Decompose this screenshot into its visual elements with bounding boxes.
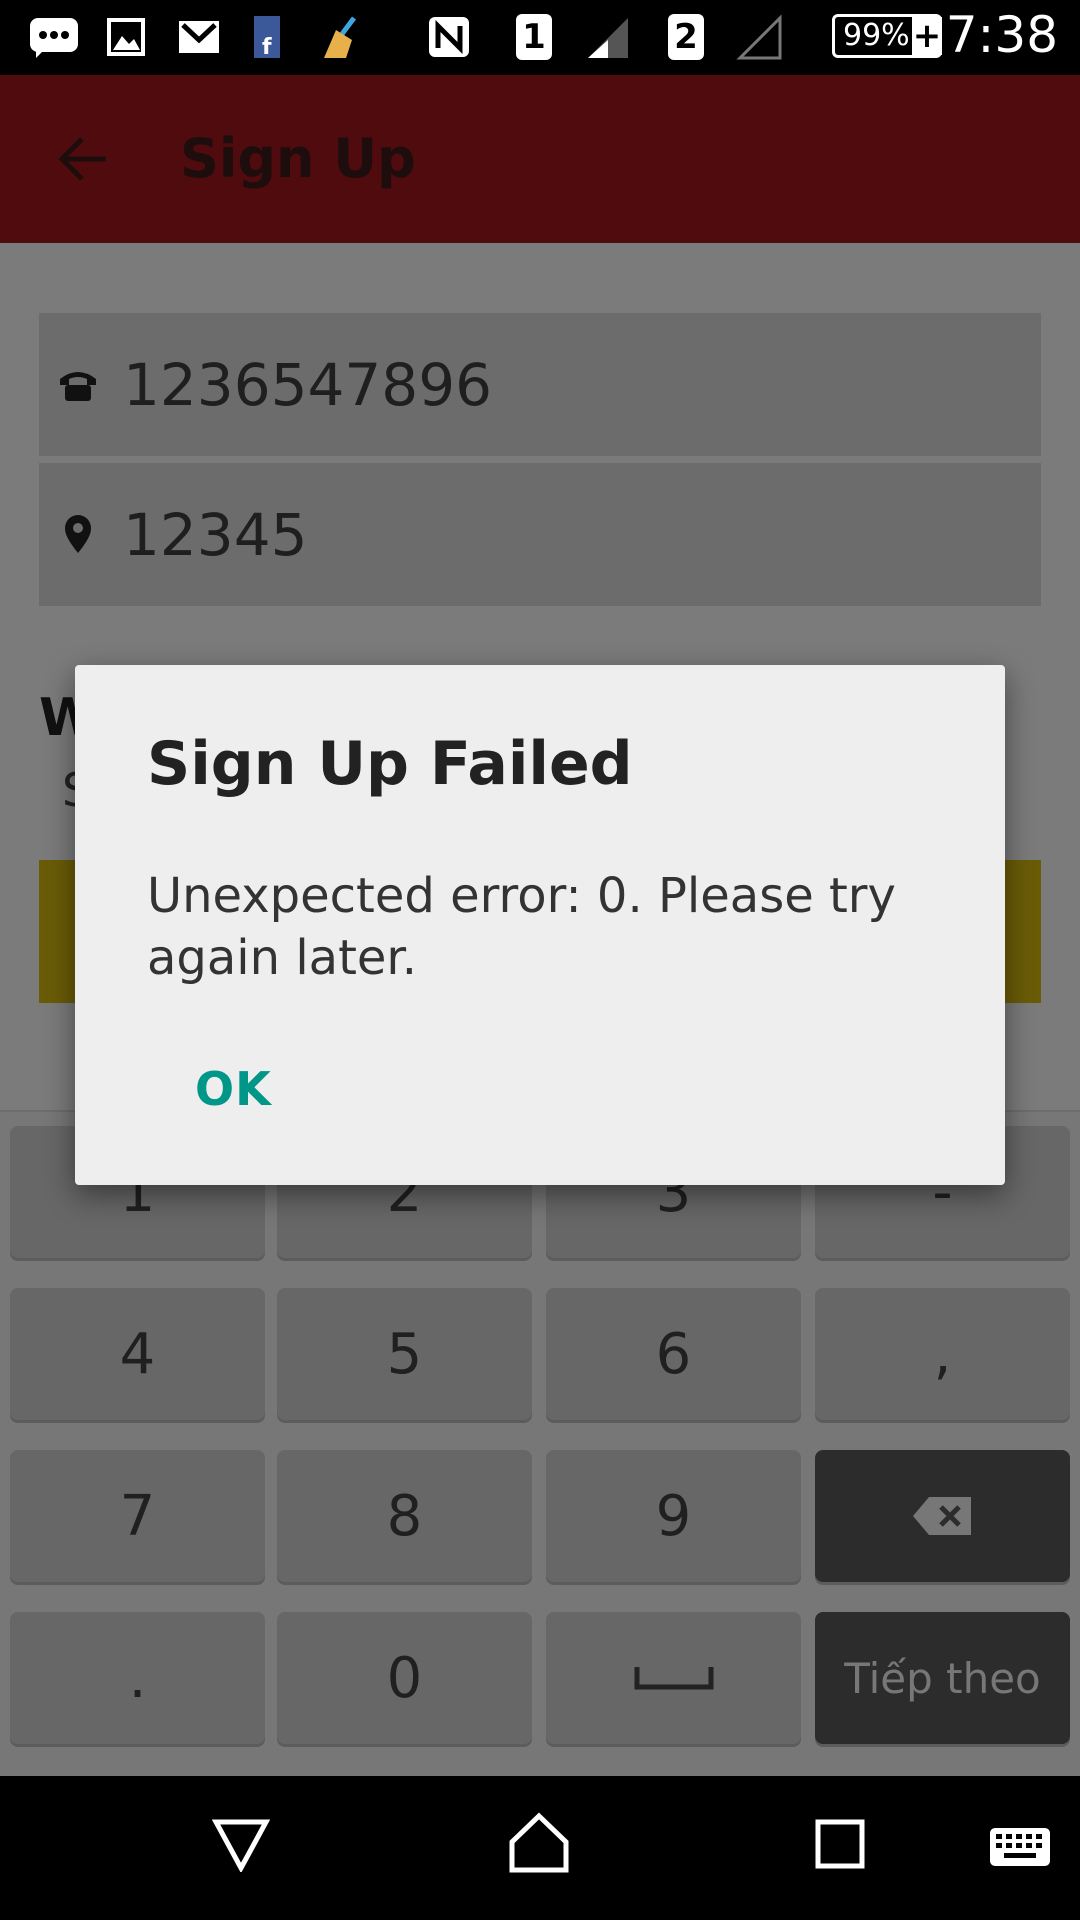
zip-value: 12345 (123, 501, 308, 569)
key-5[interactable]: 5 (277, 1288, 532, 1420)
clock: 7:38 (945, 6, 1058, 64)
signal-icon (588, 18, 628, 58)
key-backspace[interactable] (815, 1450, 1070, 1582)
recents-icon[interactable] (814, 1818, 866, 1870)
key-9[interactable]: 9 (546, 1450, 801, 1582)
zip-field[interactable]: 12345 (39, 463, 1041, 606)
battery-level: 99% (843, 18, 910, 53)
dialog-title: Sign Up Failed (147, 729, 633, 799)
key-next[interactable]: Tiếp theo (815, 1612, 1070, 1744)
key-space[interactable] (546, 1612, 801, 1744)
home-icon[interactable] (508, 1812, 570, 1874)
status-bar: f 1 2 99% + 7:38 (0, 0, 1080, 75)
arrow-back-icon[interactable] (58, 133, 110, 185)
page-title: Sign Up (180, 127, 416, 190)
navigation-bar (0, 1776, 1080, 1920)
charging-plus-icon: + (912, 16, 942, 56)
keyboard-icon[interactable] (988, 1826, 1052, 1868)
phone-value: 1236547896 (123, 351, 493, 419)
gallery-icon (107, 18, 145, 56)
no-signal-icon (736, 14, 782, 60)
gmail-icon (179, 21, 219, 53)
key-6[interactable]: 6 (546, 1288, 801, 1420)
key-8[interactable]: 8 (277, 1450, 532, 1582)
nfc-icon (429, 17, 469, 57)
numeric-keyboard: 1 2 3 - 4 5 6 , 7 8 9 . 0 Tiếp theo (0, 1110, 1080, 1778)
phone-field[interactable]: 1236547896 (39, 313, 1041, 456)
phone-icon (60, 372, 96, 401)
key-7[interactable]: 7 (10, 1450, 265, 1582)
sim1-icon: 1 (516, 14, 552, 60)
back-icon[interactable] (212, 1818, 270, 1872)
key-period[interactable]: . (10, 1612, 265, 1744)
messaging-icon (30, 18, 78, 58)
app-bar: Sign Up (0, 75, 1080, 243)
ok-button[interactable]: OK (175, 1050, 292, 1128)
space-icon (634, 1667, 713, 1690)
location-pin-icon (65, 515, 91, 553)
backspace-icon (912, 1497, 971, 1535)
error-dialog: Sign Up Failed Unexpected error: 0. Plea… (75, 665, 1005, 1185)
dialog-message: Unexpected error: 0. Please try again la… (147, 868, 896, 986)
facebook-icon: f (254, 16, 280, 60)
key-0[interactable]: 0 (277, 1612, 532, 1744)
svg-text:f: f (262, 35, 272, 60)
sim2-icon: 2 (668, 14, 704, 60)
key-comma[interactable]: , (815, 1288, 1070, 1420)
key-4[interactable]: 4 (10, 1288, 265, 1420)
cleaner-icon (324, 16, 356, 58)
